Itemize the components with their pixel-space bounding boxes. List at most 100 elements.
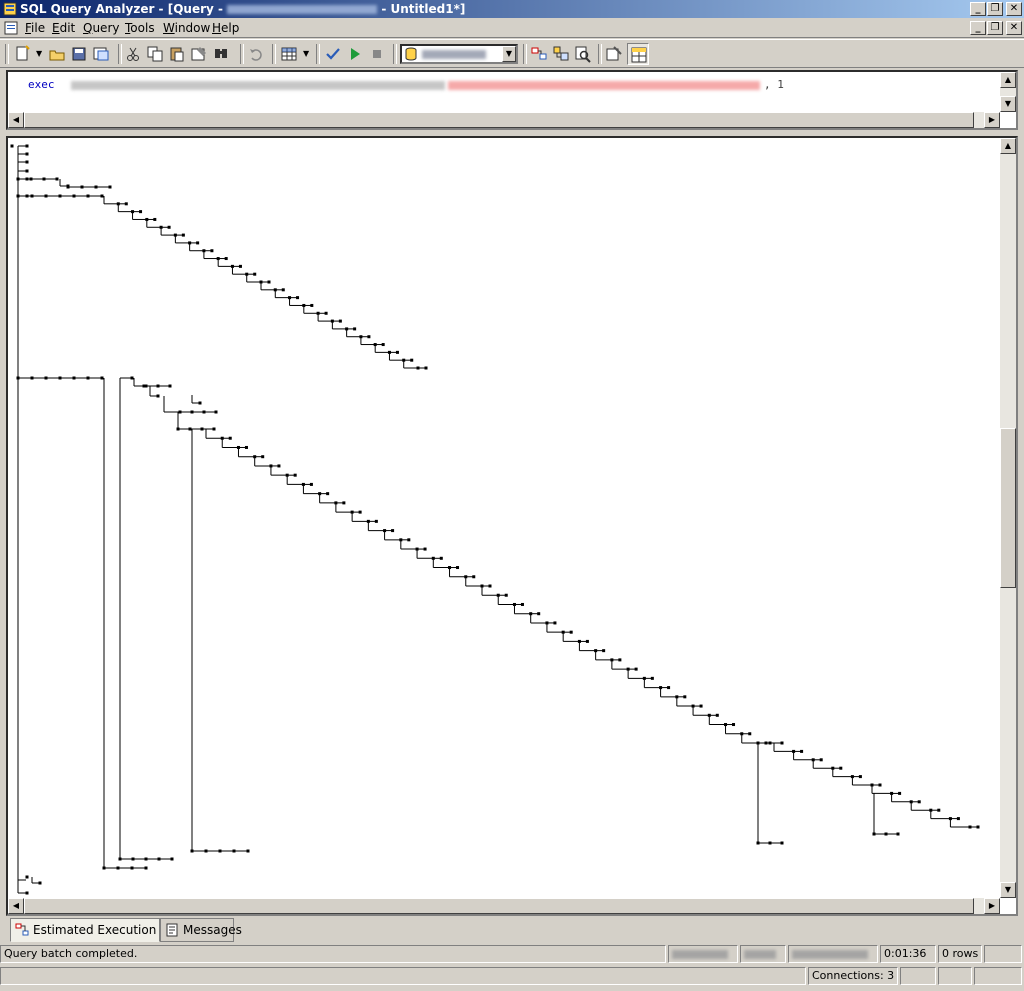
- plan-operator-node[interactable]: [139, 210, 143, 214]
- plan-operator-node[interactable]: [153, 217, 157, 221]
- plan-operator-node[interactable]: [917, 800, 921, 804]
- plan-operator-node[interactable]: [683, 695, 687, 699]
- menu-window[interactable]: Window: [163, 21, 210, 35]
- plan-operator-node[interactable]: [367, 335, 371, 339]
- menu-query[interactable]: Query: [83, 21, 119, 35]
- plan-operator-node[interactable]: [25, 169, 29, 173]
- plan-operator-node[interactable]: [424, 366, 428, 370]
- current-connection-properties-icon[interactable]: [605, 45, 623, 63]
- plan-operator-node[interactable]: [585, 639, 589, 643]
- editor-scroll-down-icon[interactable]: ▼: [1000, 96, 1016, 112]
- insert-template-icon[interactable]: [92, 45, 110, 63]
- editor-scroll-up-icon[interactable]: ▲: [1000, 72, 1016, 88]
- plan-operator-node[interactable]: [324, 311, 328, 315]
- plan-operator-node[interactable]: [130, 376, 134, 380]
- plan-operator-node[interactable]: [10, 144, 14, 148]
- minimize-button[interactable]: _: [970, 2, 986, 16]
- plan-operator-node[interactable]: [228, 436, 232, 440]
- editor-horizontal-scrollbar[interactable]: ◀ ▶: [8, 112, 1000, 128]
- plan-operator-node[interactable]: [504, 593, 508, 597]
- cut-icon[interactable]: [124, 45, 142, 63]
- plan-operator-node[interactable]: [296, 296, 300, 300]
- plan-operator-node[interactable]: [553, 621, 557, 625]
- plan-operator-node[interactable]: [618, 658, 622, 662]
- plan-operator-node[interactable]: [456, 566, 460, 570]
- execute-query-icon[interactable]: [346, 45, 364, 63]
- plan-operator-node[interactable]: [602, 649, 606, 653]
- plan-horizontal-thumb[interactable]: [24, 898, 974, 914]
- plan-operator-node[interactable]: [374, 519, 378, 523]
- save-icon[interactable]: [70, 45, 88, 63]
- restore-button[interactable]: ❐: [987, 2, 1003, 16]
- plan-operator-node[interactable]: [569, 630, 573, 634]
- paste-icon[interactable]: [168, 45, 186, 63]
- editor-vertical-scrollbar[interactable]: ▲ ▼: [1000, 72, 1016, 112]
- clear-window-icon[interactable]: [190, 45, 208, 63]
- plan-operator-node[interactable]: [898, 791, 902, 795]
- results-dropdown-icon[interactable]: ▼: [303, 49, 309, 58]
- plan-operator-node[interactable]: [819, 758, 823, 762]
- menu-help[interactable]: Help: [212, 21, 239, 35]
- undo-icon[interactable]: [247, 45, 265, 63]
- plan-operator-node[interactable]: [167, 225, 171, 229]
- results-grid-icon[interactable]: [280, 45, 298, 63]
- editor-scroll-left-icon[interactable]: ◀: [8, 112, 24, 128]
- pane-splitter[interactable]: [0, 131, 1024, 135]
- plan-operator-node[interactable]: [156, 394, 160, 398]
- plan-operator-node[interactable]: [326, 492, 330, 496]
- document-icon[interactable]: [3, 20, 19, 36]
- new-dropdown-icon[interactable]: ▼: [36, 49, 42, 58]
- object-search-icon[interactable]: [574, 45, 592, 63]
- tab-estimated-execution-plan[interactable]: Estimated Execution Plan: [10, 918, 186, 942]
- plan-operator-node[interactable]: [198, 401, 202, 405]
- plan-operator-node[interactable]: [124, 202, 128, 206]
- query-editor[interactable]: exec , 1 ▲ ▼ ◀ ▶: [6, 70, 1018, 130]
- plan-operator-node[interactable]: [976, 825, 980, 829]
- plan-operator-node[interactable]: [878, 783, 882, 787]
- show-results-pane-toggle[interactable]: [627, 43, 649, 65]
- menu-edit[interactable]: Edit: [52, 21, 75, 35]
- plan-operator-node[interactable]: [381, 343, 385, 347]
- editor-horizontal-thumb[interactable]: [24, 112, 974, 128]
- object-browser-icon[interactable]: [552, 45, 570, 63]
- plan-operator-node[interactable]: [423, 547, 427, 551]
- cancel-query-icon[interactable]: [368, 45, 386, 63]
- plan-operator-node[interactable]: [25, 875, 29, 879]
- plan-scroll-left-icon[interactable]: ◀: [8, 898, 24, 914]
- plan-operator-node[interactable]: [38, 881, 42, 885]
- title-bar[interactable]: SQL Query Analyzer - [Query - - Untitled…: [0, 0, 1024, 18]
- menu-tools[interactable]: Tools: [125, 21, 155, 35]
- plan-operator-node[interactable]: [634, 667, 638, 671]
- display-estimated-plan-icon[interactable]: [530, 45, 548, 63]
- plan-vertical-scrollbar[interactable]: ▲ ▼: [1000, 138, 1016, 898]
- plan-operator-node[interactable]: [342, 501, 346, 505]
- database-dropdown-icon[interactable]: ▼: [502, 46, 516, 62]
- plan-operator-node[interactable]: [650, 676, 654, 680]
- plan-operator-node[interactable]: [25, 160, 29, 164]
- execution-plan-pane[interactable]: ▲ ▼ ◀ ▶: [6, 136, 1018, 916]
- plan-operator-node[interactable]: [410, 358, 414, 362]
- plan-operator-node[interactable]: [715, 713, 719, 717]
- plan-operator-node[interactable]: [244, 445, 248, 449]
- plan-operator-node[interactable]: [238, 264, 242, 268]
- plan-operator-node[interactable]: [281, 288, 285, 292]
- database-select[interactable]: ▼: [400, 44, 518, 64]
- plan-operator-node[interactable]: [210, 249, 214, 253]
- plan-operator-node[interactable]: [472, 575, 476, 579]
- plan-operator-node[interactable]: [277, 464, 281, 468]
- plan-scroll-up-icon[interactable]: ▲: [1000, 138, 1016, 154]
- plan-operator-node[interactable]: [858, 775, 862, 779]
- menu-file[interactable]: File: [25, 21, 45, 35]
- plan-operator-node[interactable]: [395, 350, 399, 354]
- plan-operator-node[interactable]: [407, 538, 411, 542]
- plan-operator-node[interactable]: [196, 241, 200, 245]
- plan-operator-node[interactable]: [293, 473, 297, 477]
- plan-vertical-thumb[interactable]: [1000, 428, 1016, 588]
- plan-operator-node[interactable]: [261, 455, 265, 459]
- plan-operator-node[interactable]: [800, 749, 804, 753]
- plan-horizontal-scrollbar[interactable]: ◀ ▶: [8, 898, 1000, 914]
- plan-operator-node[interactable]: [358, 510, 362, 514]
- plan-operator-node[interactable]: [839, 766, 843, 770]
- plan-operator-node[interactable]: [748, 732, 752, 736]
- plan-operator-node[interactable]: [488, 584, 492, 588]
